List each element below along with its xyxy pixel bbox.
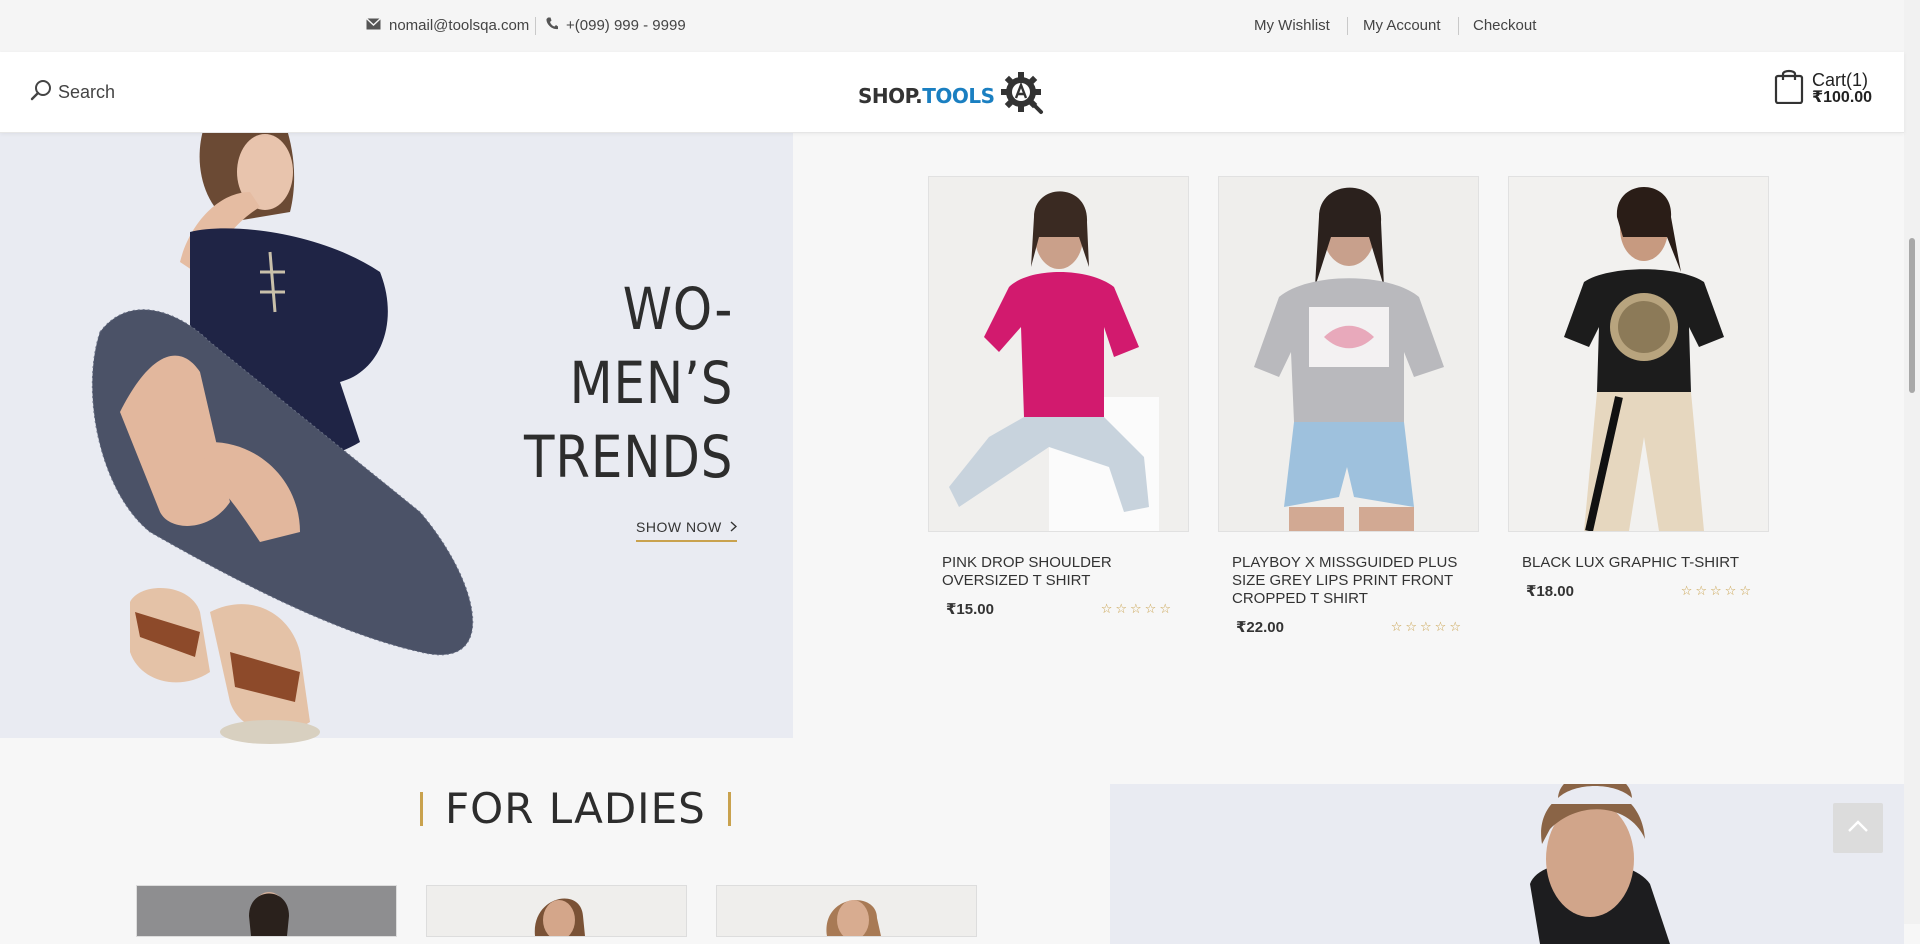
divider	[1458, 17, 1459, 35]
star-rating-icon: ☆☆☆☆☆	[1100, 601, 1174, 616]
product-name[interactable]: BLACK LUX GRAPHIC T-SHIRT	[1522, 554, 1754, 572]
cart-total: ₹100.00	[1812, 88, 1873, 106]
cart-count: Cart(1)	[1812, 69, 1869, 90]
product-card[interactable]: PLAYBOY X MISSGUIDED PLUS SIZE GREY LIPS…	[1218, 176, 1479, 636]
divider	[1347, 17, 1348, 35]
hero-title-line: TRENDS	[523, 423, 733, 491]
phone-contact[interactable]: +(099) 999 - 9999	[546, 17, 686, 34]
product-photo	[929, 177, 1188, 531]
product-meta: ₹15.00 ☆☆☆☆☆	[946, 600, 1174, 618]
star-rating-icon: ☆☆☆☆☆	[1680, 583, 1754, 598]
divider	[535, 17, 536, 35]
scrollbar-thumb[interactable]	[1909, 238, 1915, 393]
show-now-link[interactable]: SHOW NOW	[636, 519, 737, 542]
shopping-bag-icon	[1774, 68, 1804, 109]
phone-icon	[546, 17, 558, 34]
product-photo	[717, 886, 976, 936]
cart-button[interactable]: Cart(1) ₹100.00	[1774, 68, 1872, 109]
product-thumbnail[interactable]	[426, 885, 687, 937]
logo-shop-text: SHOP.	[858, 83, 923, 108]
logo-tools-text: TOOLS	[922, 83, 995, 108]
hero-title: WO- MEN’S TRENDS	[524, 272, 733, 494]
top-bar: nomail@toolsqa.com +(099) 999 - 9999 My …	[0, 0, 1904, 52]
section-title: FOR LADIES	[445, 784, 706, 833]
product-image[interactable]	[928, 176, 1189, 532]
chevron-right-icon	[730, 519, 737, 535]
heading-accent-bar	[420, 791, 423, 826]
product-price: ₹18.00	[1526, 583, 1574, 600]
banner-model-image	[1110, 784, 1904, 944]
email-contact[interactable]: nomail@toolsqa.com	[366, 17, 529, 34]
product-thumbnail[interactable]	[716, 885, 977, 937]
vertical-scrollbar[interactable]	[1904, 0, 1920, 924]
product-photo	[1219, 177, 1478, 531]
back-to-top-button[interactable]	[1833, 803, 1883, 853]
star-rating-icon: ☆☆☆☆☆	[1390, 619, 1464, 634]
product-image[interactable]	[1218, 176, 1479, 532]
wishlist-link[interactable]: My Wishlist	[1254, 17, 1330, 34]
product-meta: ₹18.00 ☆☆☆☆☆	[1526, 582, 1754, 600]
search-toggle[interactable]: Search	[30, 79, 115, 106]
product-meta: ₹22.00 ☆☆☆☆☆	[1236, 618, 1464, 636]
product-price: ₹15.00	[946, 601, 994, 618]
product-photo	[1509, 177, 1768, 531]
mens-banner	[1110, 784, 1904, 944]
cart-summary: Cart(1) ₹100.00	[1812, 71, 1872, 107]
my-account-link[interactable]: My Account	[1363, 17, 1441, 34]
show-now-label: SHOW NOW	[636, 519, 722, 535]
phone-text: +(099) 999 - 9999	[566, 17, 686, 34]
gear-icon	[999, 70, 1045, 121]
search-label: Search	[58, 82, 116, 102]
search-icon	[30, 79, 52, 106]
envelope-icon	[366, 17, 381, 34]
banner-model-image	[91, 112, 474, 744]
product-card[interactable]: PINK DROP SHOULDER OVERSIZED T SHIRT ₹15…	[928, 176, 1189, 618]
product-card[interactable]: BLACK LUX GRAPHIC T-SHIRT ₹18.00 ☆☆☆☆☆	[1508, 176, 1769, 600]
for-ladies-heading: FOR LADIES	[420, 784, 731, 833]
womens-trends-banner: WO- MEN’S TRENDS SHOW NOW	[0, 112, 793, 744]
hero-title-line: MEN’S	[569, 349, 733, 417]
heading-accent-bar	[727, 791, 731, 826]
hero-title-line: WO-	[622, 275, 733, 343]
product-photo	[137, 886, 396, 936]
checkout-link[interactable]: Checkout	[1473, 17, 1536, 34]
chevron-up-icon	[1847, 819, 1869, 838]
product-photo	[427, 886, 686, 936]
site-header: Search SHOP. TOOLS Cart(1) ₹100.00	[0, 52, 1904, 133]
product-name[interactable]: PLAYBOY X MISSGUIDED PLUS SIZE GREY LIPS…	[1232, 554, 1464, 608]
product-image[interactable]	[1508, 176, 1769, 532]
site-logo[interactable]: SHOP. TOOLS	[858, 70, 1045, 121]
product-name[interactable]: PINK DROP SHOULDER OVERSIZED T SHIRT	[942, 554, 1174, 590]
product-price: ₹22.00	[1236, 619, 1284, 636]
email-text: nomail@toolsqa.com	[389, 17, 530, 34]
product-thumbnail[interactable]	[136, 885, 397, 937]
